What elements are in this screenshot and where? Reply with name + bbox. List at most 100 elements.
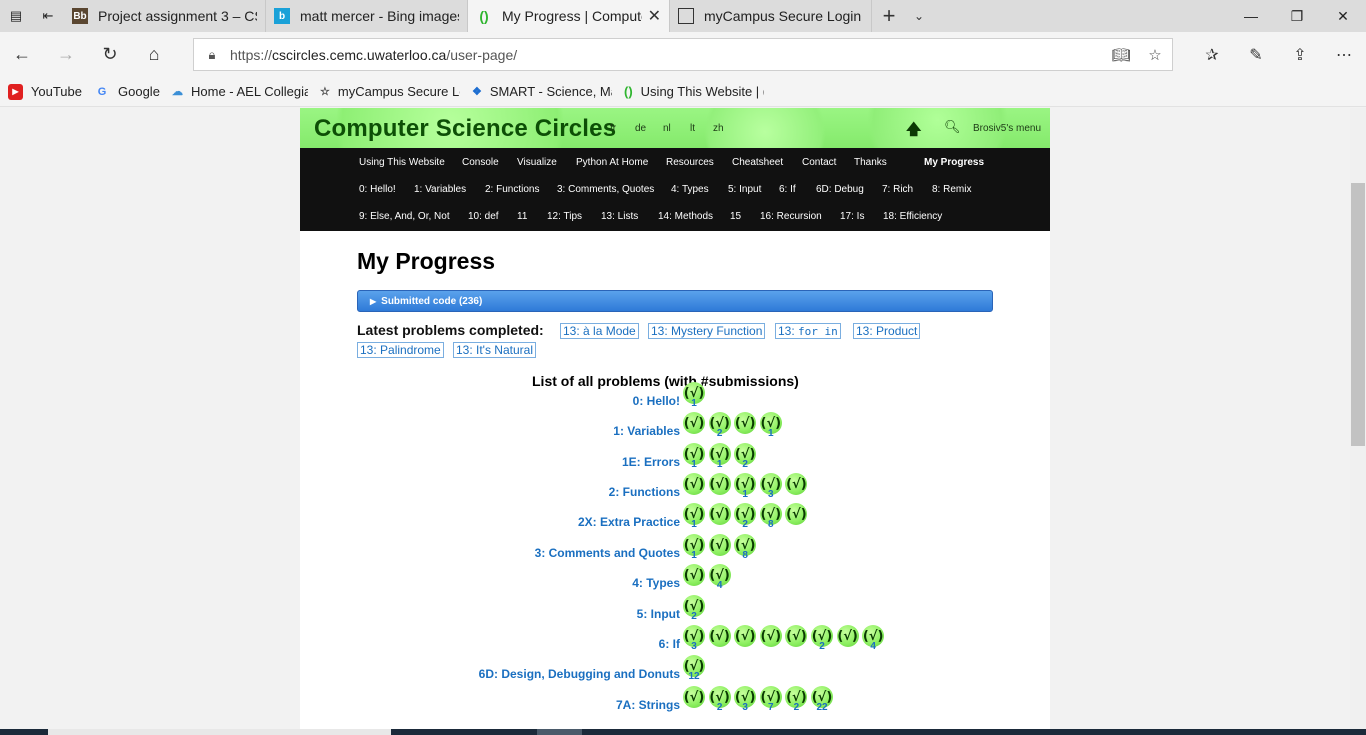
favorite-link[interactable]: ☁ Home - AEL Collegiat: [172, 84, 308, 100]
favorite-link[interactable]: ▶ YouTube: [8, 83, 82, 100]
completed-check-icon[interactable]: (√) 8: [759, 503, 782, 530]
nav-link[interactable]: 10: def: [468, 211, 499, 222]
completed-check-icon[interactable]: (√) 1: [759, 412, 782, 439]
lesson-link[interactable]: 2X: Extra Practice: [578, 515, 680, 529]
close-window-icon[interactable]: ✕: [1320, 0, 1366, 32]
lesson-link[interactable]: 2: Functions: [609, 485, 680, 499]
lesson-link[interactable]: 5: Input: [637, 607, 680, 621]
completed-check-icon[interactable]: (√) 1: [683, 443, 705, 470]
nav-link[interactable]: Resources: [666, 157, 714, 168]
latest-problem-link[interactable]: 13: à la Mode: [560, 323, 639, 339]
lesson-link[interactable]: 3: Comments and Quotes: [535, 546, 680, 560]
nav-link[interactable]: 2: Functions: [485, 184, 539, 195]
nav-link[interactable]: 4: Types: [671, 184, 709, 195]
nav-link[interactable]: Thanks: [854, 157, 887, 168]
new-tab-icon[interactable]: +: [872, 0, 906, 32]
restore-icon[interactable]: ❐: [1274, 0, 1320, 32]
home-icon[interactable]: ⌂: [132, 32, 176, 77]
completed-check-icon[interactable]: (√): [734, 412, 757, 434]
completed-check-icon[interactable]: (√) 2: [708, 412, 731, 439]
completed-check-icon[interactable]: (√): [708, 534, 731, 556]
back-icon[interactable]: ←: [0, 32, 44, 77]
latest-problem-link[interactable]: 13: Mystery Function: [648, 323, 766, 339]
nav-link[interactable]: Console: [462, 157, 499, 168]
refresh-icon[interactable]: ↻: [88, 32, 132, 77]
share-icon[interactable]: ⇪: [1278, 32, 1322, 77]
browser-tab[interactable]: b matt mercer - Bing images: [266, 0, 468, 32]
language-link[interactable]: zh: [713, 123, 724, 134]
completed-check-icon[interactable]: (√) 2: [734, 503, 757, 530]
more-icon[interactable]: ⋯: [1322, 32, 1366, 77]
lesson-link[interactable]: 7A: Strings: [616, 698, 680, 712]
completed-check-icon[interactable]: (√) 3: [759, 473, 782, 500]
minimize-icon[interactable]: —: [1228, 0, 1274, 32]
completed-check-icon[interactable]: (√) 2: [811, 625, 833, 652]
completed-check-icon[interactable]: (√) 2: [785, 686, 808, 713]
latest-problem-link[interactable]: 13: Palindrome: [357, 342, 444, 358]
nav-link[interactable]: 7: Rich: [882, 184, 913, 195]
completed-check-icon[interactable]: (√): [708, 473, 731, 495]
completed-check-icon[interactable]: (√): [683, 686, 705, 708]
nav-link[interactable]: 8: Remix: [932, 184, 971, 195]
nav-link[interactable]: My Progress: [924, 157, 984, 168]
nav-link[interactable]: Python At Home: [576, 157, 648, 168]
completed-check-icon[interactable]: (√) 1: [734, 473, 757, 500]
browser-tab[interactable]: Bb Project assignment 3 – CSC·: [64, 0, 266, 32]
nav-link[interactable]: Contact: [802, 157, 836, 168]
completed-check-icon[interactable]: (√) 1: [683, 382, 705, 409]
nav-link[interactable]: Cheatsheet: [732, 157, 783, 168]
completed-check-icon[interactable]: (√): [683, 412, 705, 434]
scrollbar-thumb[interactable]: [1351, 183, 1365, 446]
favorite-link[interactable]: G Google: [94, 84, 160, 100]
search-icon[interactable]: 🔍︎: [944, 119, 961, 135]
latest-problem-link[interactable]: 13: It's Natural: [453, 342, 536, 358]
completed-check-icon[interactable]: (√): [683, 564, 705, 586]
completed-check-icon[interactable]: (√) 2: [683, 595, 705, 622]
completed-check-icon[interactable]: (√): [785, 625, 808, 647]
language-link[interactable]: nl: [663, 123, 671, 134]
nav-link[interactable]: Visualize: [517, 157, 557, 168]
tab-manager-icon[interactable]: ▤: [0, 0, 32, 32]
favorite-link[interactable]: () Using This Website | (: [624, 84, 764, 100]
completed-check-icon[interactable]: (√) 4: [708, 564, 731, 591]
lesson-link[interactable]: 1: Variables: [613, 424, 680, 438]
latest-problem-link[interactable]: 13: Product: [853, 323, 921, 339]
completed-check-icon[interactable]: (√) 3: [734, 686, 757, 713]
taskbar-app[interactable]: [537, 729, 582, 735]
nav-link[interactable]: 11: [517, 211, 527, 222]
language-link[interactable]: de: [635, 123, 646, 134]
completed-check-icon[interactable]: (√) 12: [683, 655, 705, 682]
lesson-link[interactable]: 4: Types: [632, 576, 680, 590]
site-title[interactable]: Computer Science Circles: [314, 115, 616, 143]
favorites-hub-icon[interactable]: ✰: [1190, 32, 1234, 77]
url-input[interactable]: 🔒︎ https://cscircles.cemc.uwaterloo.ca/u…: [193, 38, 1173, 71]
nav-link[interactable]: Using This Website: [359, 157, 445, 168]
nav-link[interactable]: 6D: Debug: [816, 184, 864, 195]
completed-check-icon[interactable]: (√) 4: [862, 625, 885, 652]
close-tab-icon[interactable]: ✕: [648, 6, 661, 26]
taskbar-search[interactable]: [48, 729, 391, 735]
language-link[interactable]: lt: [690, 123, 695, 134]
favorite-link[interactable]: ☆ myCampus Secure Lc: [320, 84, 460, 100]
completed-check-icon[interactable]: (√) 1: [708, 443, 731, 470]
lesson-link[interactable]: 1E: Errors: [622, 455, 680, 469]
nav-link[interactable]: 14: Methods: [658, 211, 713, 222]
pen-icon[interactable]: ✎: [1234, 32, 1278, 77]
completed-check-icon[interactable]: (√) 8: [734, 534, 757, 561]
language-link[interactable]: fr: [610, 123, 616, 134]
favorite-star-icon[interactable]: ☆: [1138, 46, 1172, 64]
forward-icon[interactable]: →: [44, 32, 88, 77]
lesson-link[interactable]: 0: Hello!: [633, 394, 680, 408]
lesson-link[interactable]: 6D: Design, Debugging and Donuts: [479, 667, 680, 681]
lesson-link[interactable]: 6: If: [659, 637, 680, 651]
completed-check-icon[interactable]: (√): [785, 503, 808, 525]
nav-link[interactable]: 18: Efficiency: [883, 211, 942, 222]
browser-tab-active[interactable]: () My Progress | Compute ✕: [468, 0, 670, 32]
nav-link[interactable]: 3: Comments, Quotes: [557, 184, 654, 195]
completed-check-icon[interactable]: (√): [734, 625, 757, 647]
nav-link[interactable]: 13: Lists: [601, 211, 638, 222]
nav-link[interactable]: 0: Hello!: [359, 184, 396, 195]
completed-check-icon[interactable]: (√) 7: [759, 686, 782, 713]
favorite-link[interactable]: ❖ SMART - Science, Ma: [472, 84, 612, 100]
nav-link[interactable]: 1: Variables: [414, 184, 466, 195]
